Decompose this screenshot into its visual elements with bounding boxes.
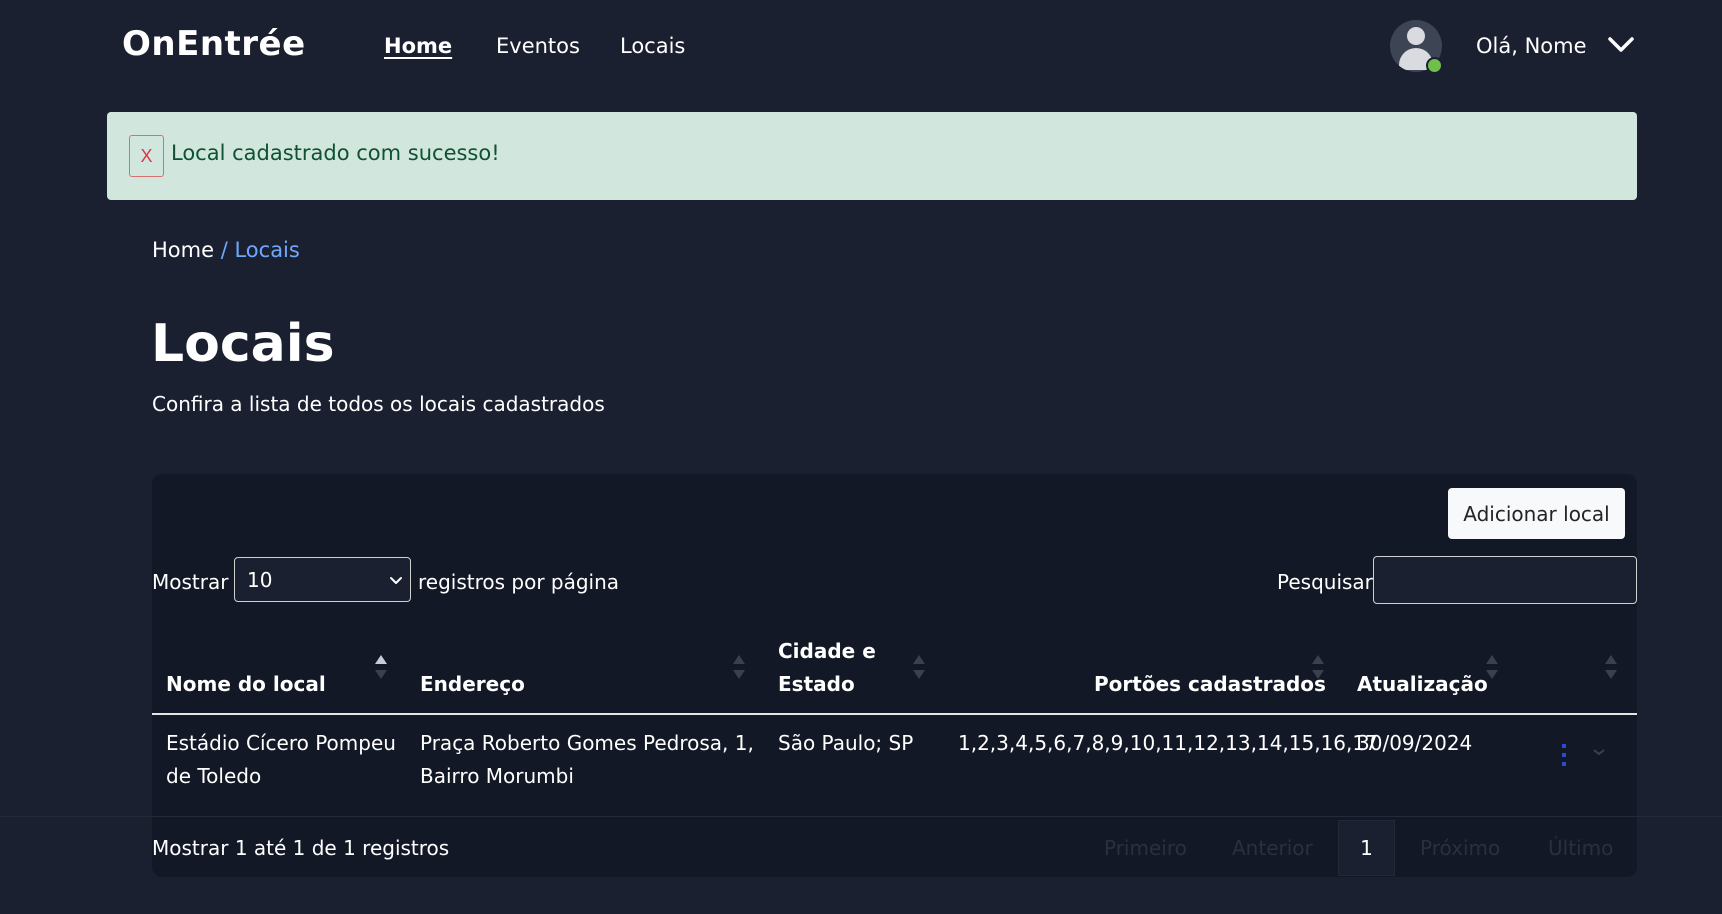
pagination-current-page[interactable]: 1 xyxy=(1338,820,1395,876)
nav-link-eventos[interactable]: Eventos xyxy=(496,34,580,58)
breadcrumb: Home / Locais xyxy=(152,238,300,262)
sort-icon[interactable] xyxy=(912,654,926,680)
per-page-label: registros por página xyxy=(418,570,620,594)
chevron-down-icon xyxy=(390,577,402,584)
table-header-divider xyxy=(152,713,1637,715)
show-label: Mostrar xyxy=(152,570,229,594)
page-subtitle: Confira a lista de todos os locais cadas… xyxy=(152,392,605,416)
page-title: Locais xyxy=(151,314,335,374)
sort-icon[interactable] xyxy=(732,654,746,680)
pagination-previous[interactable]: Anterior xyxy=(1232,836,1313,860)
search-label: Pesquisar xyxy=(1277,570,1373,594)
pagination-last[interactable]: Último xyxy=(1548,836,1613,860)
name-line1: Estádio Cícero Pompeu xyxy=(166,731,396,755)
sort-icon[interactable] xyxy=(1311,654,1325,680)
sort-icon[interactable] xyxy=(374,654,388,680)
nav-link-locais[interactable]: Locais xyxy=(620,34,685,58)
nav-link-home[interactable]: Home xyxy=(384,34,452,58)
alert-close-button[interactable]: X xyxy=(129,135,164,177)
table-row-updated: 30/09/2024 xyxy=(1357,731,1473,755)
brand-logo[interactable]: OnEntrée xyxy=(122,24,306,64)
breadcrumb-home[interactable]: Home xyxy=(152,238,214,262)
breadcrumb-separator: / xyxy=(220,238,228,262)
table-row-name: Estádio Cícero Pompeu de Toledo xyxy=(166,727,396,793)
breadcrumb-current: Locais xyxy=(234,238,300,262)
user-greeting[interactable]: Olá, Nome xyxy=(1476,34,1587,58)
alert-message: Local cadastrado com sucesso! xyxy=(171,141,500,165)
column-header-updated[interactable]: Atualização xyxy=(1357,668,1488,701)
pagination-first[interactable]: Primeiro xyxy=(1104,836,1187,860)
footer-divider xyxy=(0,816,1722,817)
column-header-city-line1: Cidade e xyxy=(778,639,876,663)
table-row-city: São Paulo; SP xyxy=(778,731,914,755)
avatar-head xyxy=(1407,27,1425,45)
page-size-select[interactable]: 10 xyxy=(234,557,411,602)
sort-icon[interactable] xyxy=(1604,654,1618,680)
navbar: OnEntrée Home Eventos Locais Olá, Nome xyxy=(0,0,1722,96)
address-line2: Bairro Morumbi xyxy=(420,764,574,788)
table-info: Mostrar 1 até 1 de 1 registros xyxy=(152,836,450,860)
online-status-indicator xyxy=(1426,57,1443,74)
table-row-address: Praça Roberto Gomes Pedrosa, 1, Bairro M… xyxy=(420,727,754,793)
sort-icon[interactable] xyxy=(1485,654,1499,680)
add-location-button[interactable]: Adicionar local xyxy=(1448,488,1625,539)
column-header-city-state[interactable]: Cidade e Estado xyxy=(778,635,876,701)
column-header-name[interactable]: Nome do local xyxy=(166,668,326,701)
more-options-icon[interactable] xyxy=(1560,742,1568,768)
column-header-address[interactable]: Endereço xyxy=(420,668,525,701)
address-line1: Praça Roberto Gomes Pedrosa, 1, xyxy=(420,731,754,755)
chevron-down-icon[interactable] xyxy=(1606,30,1636,60)
name-line2: de Toledo xyxy=(166,764,262,788)
chevron-down-icon[interactable] xyxy=(1592,745,1606,759)
column-header-city-line2: Estado xyxy=(778,672,855,696)
search-input[interactable] xyxy=(1373,556,1637,604)
page-size-value: 10 xyxy=(247,567,273,592)
column-header-gates[interactable]: Portões cadastrados xyxy=(1094,668,1326,701)
table-row-gates: 1,2,3,4,5,6,7,8,9,10,11,12,13,14,15,16,1… xyxy=(958,731,1378,755)
pagination-next[interactable]: Próximo xyxy=(1420,836,1500,860)
success-alert: X Local cadastrado com sucesso! xyxy=(107,112,1637,200)
